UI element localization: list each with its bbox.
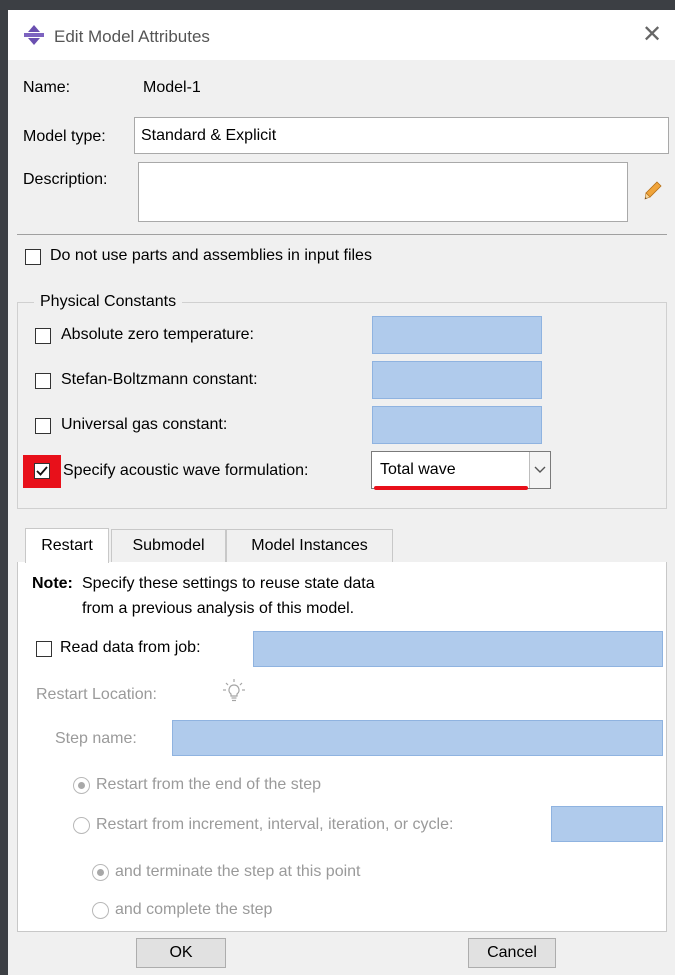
restart-location-label: Restart Location: [36,686,157,703]
acoustic-wave-dropdown[interactable]: Total wave [371,451,551,489]
increment-input[interactable] [551,806,663,842]
note-text-line1: Specify these settings to reuse state da… [82,575,375,592]
stefan-boltzmann-input[interactable] [372,361,542,399]
no-parts-checkbox[interactable] [25,249,41,265]
dropdown-arrow-button[interactable] [529,452,550,488]
no-parts-label: Do not use parts and assemblies in input… [50,247,372,264]
radio-terminate-step[interactable] [92,864,109,881]
ok-button[interactable]: OK [136,938,226,968]
restart-tab-panel: Note: Specify these settings to reuse st… [17,562,667,932]
tab-submodel-label: Submodel [132,537,205,554]
acoustic-wave-selected: Total wave [380,461,456,478]
radio-end-of-step-label: Restart from the end of the step [96,776,322,793]
absolute-zero-checkbox[interactable] [35,328,51,344]
title-bar: Edit Model Attributes ✕ [8,10,675,60]
radio-end-of-step[interactable] [73,777,90,794]
radio-terminate-step-label: and terminate the step at this point [115,863,361,880]
abaqus-model-icon [24,25,44,45]
description-label: Description: [23,171,108,188]
window-title: Edit Model Attributes [54,27,210,46]
step-name-input[interactable] [172,720,663,756]
read-data-label: Read data from job: [60,639,201,656]
read-data-job-input[interactable] [253,631,663,667]
radio-increment[interactable] [73,817,90,834]
radio-increment-label: Restart from increment, interval, iterat… [96,816,454,833]
acoustic-wave-checkbox[interactable] [34,463,50,479]
stefan-boltzmann-label: Stefan-Boltzmann constant: [61,371,258,388]
step-name-label: Step name: [55,730,137,747]
gas-constant-input[interactable] [372,406,542,444]
physical-constants-legend: Physical Constants [34,293,183,311]
acoustic-wave-label: Specify acoustic wave formulation: [63,462,309,479]
stefan-boltzmann-checkbox[interactable] [35,373,51,389]
edit-model-attributes-dialog: Edit Model Attributes ✕ Name: Model-1 Mo… [8,10,675,975]
radio-complete-step[interactable] [92,902,109,919]
gas-constant-checkbox[interactable] [35,418,51,434]
separator [17,234,667,235]
tab-model-instances-label: Model Instances [251,537,368,554]
gas-constant-label: Universal gas constant: [61,416,228,433]
underline-highlight [374,486,528,490]
tab-model-instances[interactable]: Model Instances [226,529,393,562]
close-icon: ✕ [641,21,663,48]
model-type-field[interactable] [134,117,669,154]
note-label: Note: [32,575,73,592]
absolute-zero-label: Absolute zero temperature: [61,326,254,343]
model-type-label: Model type: [23,128,106,145]
checkmark-icon [36,466,48,476]
absolute-zero-input[interactable] [372,316,542,354]
close-button[interactable]: ✕ [636,20,668,52]
description-field[interactable] [138,162,628,222]
model-name-value: Model-1 [143,79,201,96]
note-text-line2: from a previous analysis of this model. [82,600,355,617]
tab-submodel[interactable]: Submodel [111,529,226,562]
pencil-edit-icon[interactable] [642,180,662,202]
tab-restart-label: Restart [41,537,93,554]
tab-restart[interactable]: Restart [25,528,109,563]
read-data-checkbox[interactable] [36,641,52,657]
chevron-down-icon [534,466,546,473]
cancel-button[interactable]: Cancel [468,938,556,968]
lightbulb-hint-icon[interactable] [222,678,246,704]
radio-complete-step-label: and complete the step [115,901,273,918]
name-label: Name: [23,79,71,96]
